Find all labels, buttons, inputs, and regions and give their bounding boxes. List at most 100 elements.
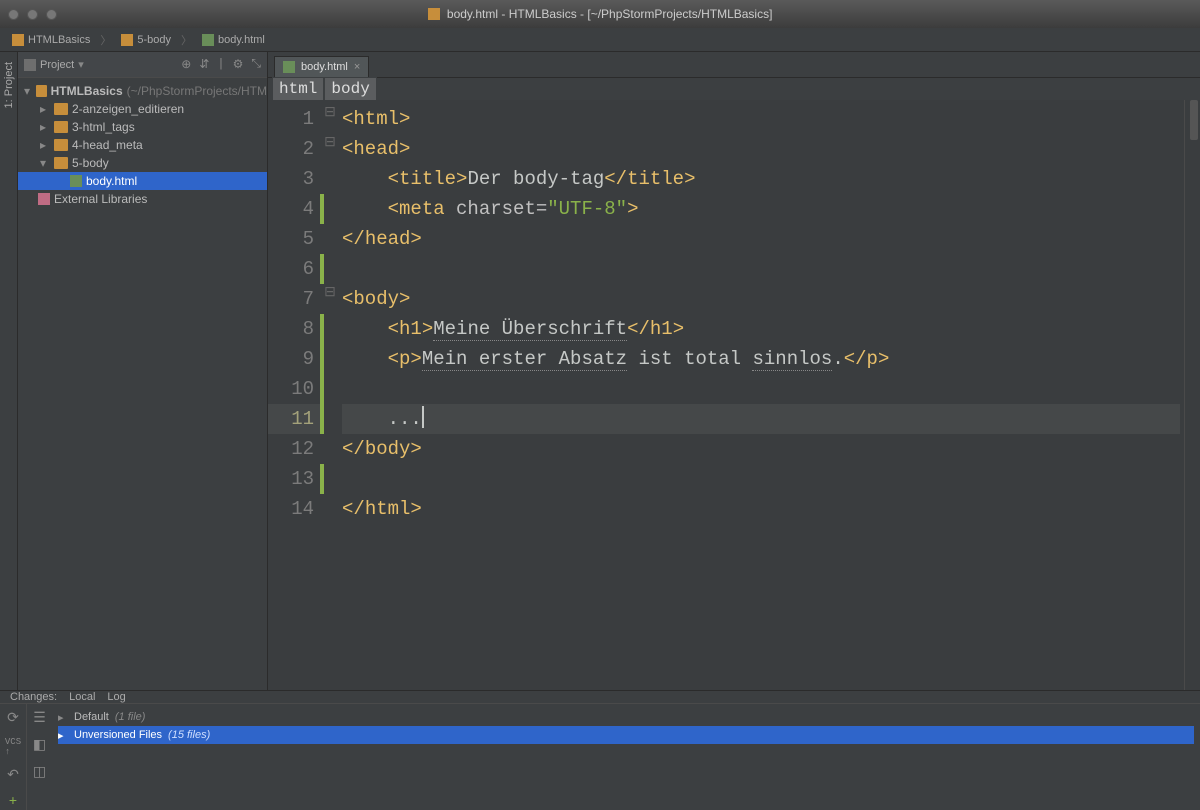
path-segment[interactable]: html	[272, 77, 324, 101]
code-token: head	[353, 138, 399, 160]
tree-folder[interactable]: ▸ 2-anzeigen_editieren	[18, 100, 267, 118]
code-line[interactable]: <meta charset="UTF-8">	[342, 194, 1180, 224]
tree-folder[interactable]: ▾ 5-body	[18, 154, 267, 172]
code-token: <	[342, 288, 353, 310]
gear-icon[interactable]: ⚙	[233, 57, 244, 72]
code-token: >	[410, 498, 421, 520]
fold-toggle[interactable]: ⊟	[324, 284, 336, 314]
tree-root[interactable]: ▾ HTMLBasics (~/PhpStormProjects/HTM	[18, 82, 267, 100]
change-marker	[320, 314, 324, 344]
code-editor[interactable]: 1234567891011121314 ⊟⊟⊟ <html><head> <ti…	[268, 100, 1200, 690]
sidebar-title[interactable]: Project ▾	[24, 58, 84, 71]
code-line[interactable]: <p>Mein erster Absatz ist total sinnlos.…	[342, 344, 1180, 374]
vcs-icon[interactable]: VCS↑	[5, 737, 21, 757]
editor-tabs: body.html ×	[268, 52, 1200, 78]
change-marker	[320, 404, 324, 434]
line-number: 6	[268, 254, 324, 284]
code-token: >	[684, 168, 695, 190]
scrollbar-area[interactable]	[1184, 100, 1200, 690]
tree-folder[interactable]: ▸ 3-html_tags	[18, 118, 267, 136]
line-number: 9	[268, 344, 324, 374]
code-token: sinnlos	[752, 348, 832, 371]
vcs-changelists: ▸ Default (1 file)▸ Unversioned Files (1…	[52, 704, 1200, 810]
fold-toggle[interactable]: ⊟	[324, 134, 336, 164]
window-title-text: body.html - HTMLBasics - [~/PhpStormProj…	[447, 7, 773, 21]
arrow-down-icon: ▾	[40, 156, 50, 170]
change-marker	[320, 374, 324, 404]
code-line[interactable]: <body>	[342, 284, 1180, 314]
text-cursor	[422, 406, 424, 428]
changelist-row[interactable]: ▸ Unversioned Files (15 files)	[58, 726, 1194, 744]
code-line[interactable]: </body>	[342, 434, 1180, 464]
code-token: >	[410, 228, 421, 250]
fold-strip: ⊟⊟⊟	[324, 100, 336, 690]
code-token: >	[456, 168, 467, 190]
vcs-tab-local[interactable]: Local	[69, 691, 95, 703]
project-tool-label[interactable]: 1: Project	[3, 62, 15, 108]
editor-area: body.html × html body 123456789101112131…	[268, 52, 1200, 690]
add-icon[interactable]: +	[9, 794, 17, 810]
code-line[interactable]: </html>	[342, 494, 1180, 524]
file-icon	[428, 8, 440, 20]
code-line[interactable]: <head>	[342, 134, 1180, 164]
tree-file[interactable]: body.html	[18, 172, 267, 190]
close-icon[interactable]: ×	[354, 61, 360, 73]
code-line[interactable]	[342, 464, 1180, 494]
sidebar-title-label: Project	[40, 59, 74, 71]
breadcrumb-item[interactable]: body.html	[196, 32, 271, 48]
code-token: title	[627, 168, 684, 190]
arrow-right-icon: ▸	[40, 120, 50, 134]
breadcrumb-item[interactable]: HTMLBasics	[6, 32, 96, 48]
code-line[interactable]	[342, 374, 1180, 404]
rollback-icon[interactable]: ↶	[7, 767, 19, 784]
breadcrumb-item[interactable]: 5-body	[115, 32, 177, 48]
code-line[interactable]: <title>Der body-tag</title>	[342, 164, 1180, 194]
delete-icon[interactable]: ◫	[33, 764, 46, 781]
code-content[interactable]: <html><head> <title>Der body-tag</title>…	[336, 100, 1184, 690]
code-token	[342, 318, 388, 340]
code-line[interactable]	[342, 254, 1180, 284]
changelist-label: Unversioned Files	[74, 729, 162, 741]
code-token: </	[342, 498, 365, 520]
fold-toggle	[324, 404, 336, 434]
code-line[interactable]: ...	[342, 404, 1180, 434]
vcs-toolbar: ⟳ VCS↑ ↶ +	[0, 704, 26, 810]
fold-toggle	[324, 434, 336, 464]
vcs-body: ⟳ VCS↑ ↶ + ☰ ◧ ◫ ▸ Default (1 file)▸ Unv…	[0, 704, 1200, 810]
html-file-icon	[202, 34, 214, 46]
tree-hint: (~/PhpStormProjects/HTM	[127, 84, 267, 98]
code-token: <	[388, 348, 399, 370]
shelf-icon[interactable]: ◧	[33, 737, 46, 754]
code-line[interactable]: </head>	[342, 224, 1180, 254]
refresh-icon[interactable]: ⟳	[7, 710, 19, 727]
tree-folder[interactable]: ▸ 4-head_meta	[18, 136, 267, 154]
changelist-hint: (15 files)	[168, 729, 210, 741]
path-segment[interactable]: body	[324, 77, 376, 101]
locate-icon[interactable]: ⊕	[181, 57, 191, 72]
code-token: >	[410, 438, 421, 460]
changelist-row[interactable]: ▸ Default (1 file)	[58, 708, 1194, 726]
changelist-icon[interactable]: ☰	[33, 710, 46, 727]
tree-external-libs[interactable]: External Libraries	[18, 190, 267, 208]
tree-label: 4-head_meta	[72, 138, 143, 152]
line-number: 12	[268, 434, 324, 464]
code-line[interactable]: <h1>Meine Überschrift</h1>	[342, 314, 1180, 344]
project-tree: ▾ HTMLBasics (~/PhpStormProjects/HTM ▸ 2…	[18, 78, 267, 212]
fold-toggle[interactable]: ⊟	[324, 104, 336, 134]
tool-window-stripe[interactable]: 1: Project	[0, 52, 18, 690]
vcs-tab-log[interactable]: Log	[107, 691, 125, 703]
divider-icon: |	[217, 57, 224, 72]
main-area: 1: Project Project ▾ ⊕ ⇵ | ⚙ ⤡ ▾ HTMLBas…	[0, 52, 1200, 690]
change-marker	[320, 464, 324, 494]
vcs-tab-changes[interactable]: Changes:	[10, 691, 57, 703]
code-token: <	[388, 198, 399, 220]
code-token: <	[342, 108, 353, 130]
code-line[interactable]: <html>	[342, 104, 1180, 134]
tree-label: HTMLBasics	[51, 84, 123, 98]
collapse-all-icon[interactable]: ⇵	[199, 57, 209, 72]
code-token: meta	[399, 198, 456, 220]
hide-icon[interactable]: ⤡	[251, 57, 261, 72]
fold-toggle	[324, 344, 336, 374]
editor-tab[interactable]: body.html ×	[274, 56, 369, 77]
change-marker	[320, 254, 324, 284]
